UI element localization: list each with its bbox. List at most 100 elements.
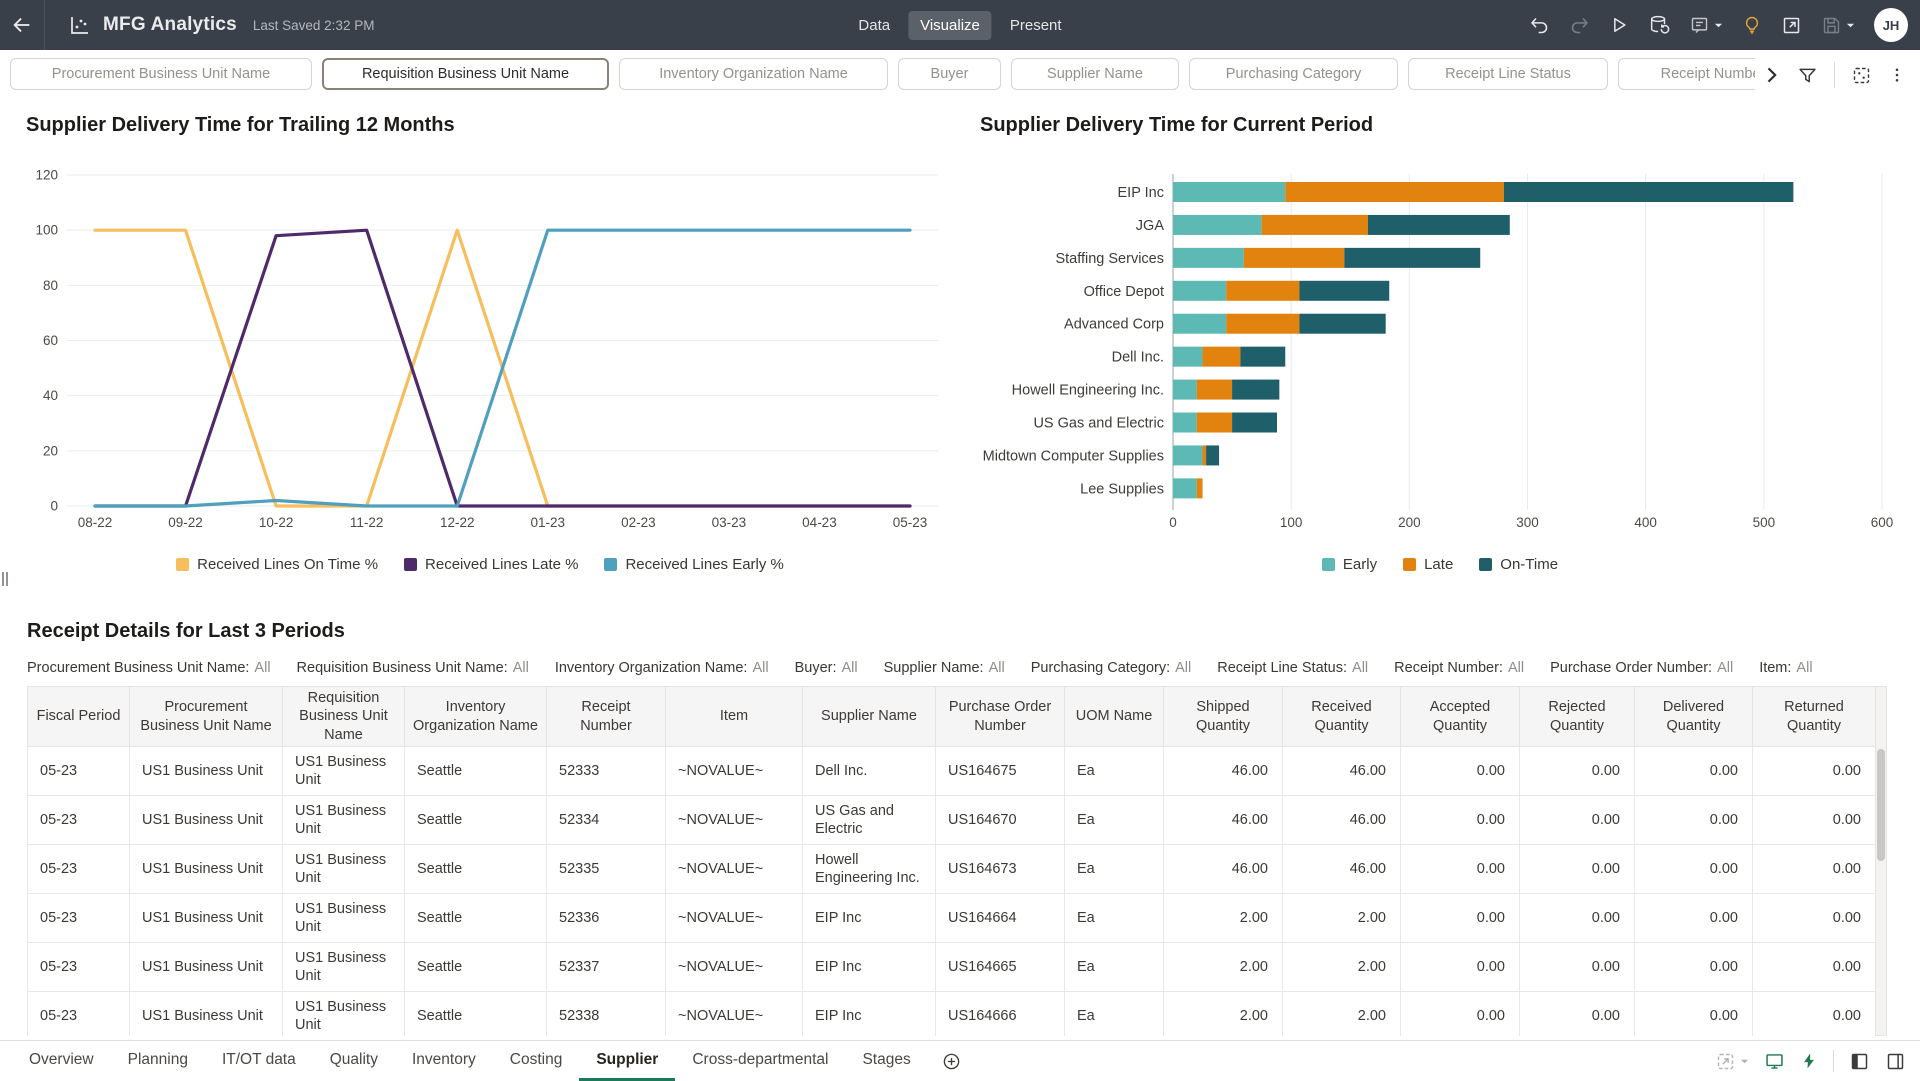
filter-chip-receipt-number[interactable]: Receipt Number <box>1618 58 1755 90</box>
bar-segment-early[interactable] <box>1173 182 1285 202</box>
quick-insights-lightning-icon[interactable] <box>1800 1051 1818 1071</box>
export-open-icon[interactable] <box>1781 15 1802 36</box>
bar-segment-early[interactable] <box>1173 445 1203 465</box>
bar-segment-late[interactable] <box>1203 445 1207 465</box>
filter-chip-purchasing-category[interactable]: Purchasing Category <box>1189 58 1398 90</box>
column-header[interactable]: Delivered Quantity <box>1635 687 1753 747</box>
line-chart-plot[interactable]: 02040608010012008-2209-2210-2211-2212-22… <box>0 138 960 550</box>
table-row[interactable]: 05-23US1 Business UnitUS1 Business UnitS… <box>28 747 1876 796</box>
column-header[interactable]: Fiscal Period <box>28 687 130 747</box>
bar-segment-early[interactable] <box>1173 478 1197 498</box>
bar-chart-plot[interactable]: 0100200300400500600EIP IncJGAStaffing Se… <box>960 138 1920 550</box>
tab-data[interactable]: Data <box>846 11 902 40</box>
refresh-data-icon[interactable] <box>1648 14 1670 36</box>
tab-visualize[interactable]: Visualize <box>908 11 992 40</box>
header-divider <box>44 0 45 50</box>
bar-segment-on-time[interactable] <box>1344 248 1480 268</box>
filter-chip-buyer[interactable]: Buyer <box>898 58 1001 90</box>
comments-icon[interactable] <box>1689 15 1723 36</box>
filters-expand-chevron-icon[interactable] <box>1761 65 1781 85</box>
table-row[interactable]: 05-23US1 Business UnitUS1 Business UnitS… <box>28 796 1876 845</box>
column-header[interactable]: Rejected Quantity <box>1520 687 1635 747</box>
table-row[interactable]: 05-23US1 Business UnitUS1 Business UnitS… <box>28 845 1876 894</box>
bar-segment-late[interactable] <box>1197 413 1232 433</box>
canvas-tab-it-ot-data[interactable]: IT/OT data <box>205 1041 313 1081</box>
bar-segment-on-time[interactable] <box>1299 281 1389 301</box>
column-header[interactable]: UOM Name <box>1065 687 1164 747</box>
column-header[interactable]: Received Quantity <box>1283 687 1401 747</box>
bar-segment-late[interactable] <box>1262 215 1368 235</box>
column-header[interactable]: Shipped Quantity <box>1164 687 1283 747</box>
table-cell: 0.00 <box>1520 747 1635 796</box>
filter-chip-procurement-business-unit-name[interactable]: Procurement Business Unit Name <box>10 58 312 90</box>
canvas-tab-overview[interactable]: Overview <box>12 1041 111 1081</box>
table-cell: 46.00 <box>1283 796 1401 845</box>
bar-segment-late[interactable] <box>1203 347 1241 367</box>
bar-segment-on-time[interactable] <box>1240 347 1285 367</box>
column-header[interactable]: Returned Quantity <box>1753 687 1876 747</box>
insights-lightbulb-icon[interactable] <box>1742 14 1762 36</box>
filter-chip-inventory-organization-name[interactable]: Inventory Organization Name <box>619 58 888 90</box>
kebab-menu-icon[interactable] <box>1888 65 1906 85</box>
present-canvas-icon[interactable] <box>1764 1051 1785 1072</box>
bar-segment-late[interactable] <box>1226 314 1299 334</box>
table-scrollbar[interactable] <box>1875 686 1887 1036</box>
run-play-icon[interactable] <box>1609 15 1629 35</box>
user-avatar[interactable]: JH <box>1874 8 1908 42</box>
column-header[interactable]: Supplier Name <box>803 687 936 747</box>
canvas-tab-planning[interactable]: Planning <box>111 1041 205 1081</box>
bar-segment-early[interactable] <box>1173 281 1226 301</box>
line-series-received-lines-early-[interactable] <box>95 230 910 506</box>
column-header[interactable]: Inventory Organization Name <box>405 687 547 747</box>
table-scrollbar-thumb[interactable] <box>1877 749 1885 861</box>
bar-segment-early[interactable] <box>1173 314 1226 334</box>
save-icon[interactable] <box>1821 15 1855 36</box>
layout-right-panel-icon[interactable] <box>1885 1051 1906 1072</box>
add-canvas-button[interactable] <box>942 1041 961 1081</box>
filter-chip-requisition-business-unit-name[interactable]: Requisition Business Unit Name <box>322 58 609 90</box>
bar-segment-late[interactable] <box>1197 380 1232 400</box>
column-header[interactable]: Accepted Quantity <box>1401 687 1520 747</box>
bar-segment-on-time[interactable] <box>1232 380 1279 400</box>
bar-segment-early[interactable] <box>1173 248 1244 268</box>
layout-left-panel-icon[interactable] <box>1849 1051 1870 1072</box>
table-row[interactable]: 05-23US1 Business UnitUS1 Business UnitS… <box>28 894 1876 943</box>
filter-chip-supplier-name[interactable]: Supplier Name <box>1011 58 1179 90</box>
bar-segment-late[interactable] <box>1244 248 1344 268</box>
data-table[interactable]: Fiscal PeriodProcurement Business Unit N… <box>27 686 1876 1036</box>
table-row[interactable]: 05-23US1 Business UnitUS1 Business UnitS… <box>28 943 1876 992</box>
canvas-settings-icon[interactable] <box>1851 65 1872 86</box>
bar-segment-early[interactable] <box>1173 380 1197 400</box>
canvas-tab-quality[interactable]: Quality <box>313 1041 395 1081</box>
column-header[interactable]: Receipt Number <box>547 687 666 747</box>
table-row[interactable]: 05-23US1 Business UnitUS1 Business UnitS… <box>28 992 1876 1037</box>
bar-segment-late[interactable] <box>1226 281 1299 301</box>
tab-present[interactable]: Present <box>998 11 1074 40</box>
bar-segment-on-time[interactable] <box>1299 314 1385 334</box>
bar-segment-early[interactable] <box>1173 347 1203 367</box>
column-header[interactable]: Purchase Order Number <box>936 687 1065 747</box>
canvas-tab-costing[interactable]: Costing <box>493 1041 580 1081</box>
bar-segment-on-time[interactable] <box>1232 413 1277 433</box>
canvas-tab-supplier[interactable]: Supplier <box>579 1041 675 1081</box>
back-button[interactable] <box>0 0 44 50</box>
filter-chip-receipt-line-status[interactable]: Receipt Line Status <box>1408 58 1608 90</box>
canvas-tab-cross-departmental[interactable]: Cross-departmental <box>675 1041 845 1081</box>
canvas-tab-stages[interactable]: Stages <box>845 1041 927 1081</box>
table-cell: 46.00 <box>1283 845 1401 894</box>
column-header[interactable]: Procurement Business Unit Name <box>130 687 283 747</box>
bar-segment-late[interactable] <box>1197 478 1203 498</box>
bar-segment-early[interactable] <box>1173 215 1262 235</box>
bar-segment-early[interactable] <box>1173 413 1197 433</box>
column-header[interactable]: Item <box>666 687 803 747</box>
table-filter-item: Buyer:All <box>795 660 858 680</box>
undo-icon[interactable] <box>1529 15 1550 36</box>
bar-segment-late[interactable] <box>1285 182 1504 202</box>
filter-funnel-icon[interactable] <box>1797 65 1818 86</box>
bar-segment-on-time[interactable] <box>1206 445 1219 465</box>
column-header[interactable]: Requisition Business Unit Name <box>283 687 405 747</box>
bar-segment-on-time[interactable] <box>1504 182 1794 202</box>
canvas-tab-inventory[interactable]: Inventory <box>395 1041 493 1081</box>
panel-resize-handle[interactable] <box>2 572 8 586</box>
bar-segment-on-time[interactable] <box>1368 215 1510 235</box>
